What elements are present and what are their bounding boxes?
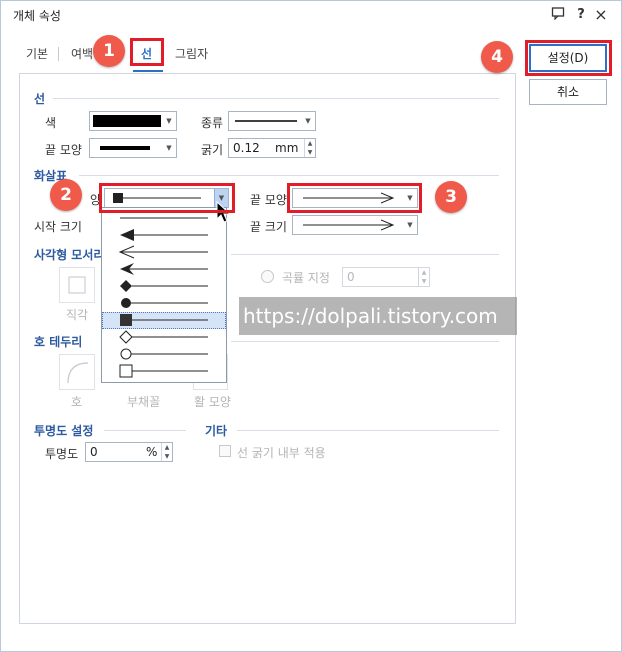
transparency-label: 투명도 — [45, 447, 79, 461]
rect-corner-section-title: 사각형 모서리 — [34, 248, 105, 262]
thickness-spinbox[interactable]: 0.12 mm ▲ ▼ — [228, 138, 316, 158]
dialog-title: 개체 속성 — [13, 9, 61, 23]
etc-section-title: 기타 — [205, 424, 228, 438]
highlight-box-tab-line — [130, 38, 164, 66]
arc-icon — [67, 362, 89, 384]
divider — [231, 341, 499, 342]
spin-buttons[interactable]: ▲ ▼ — [161, 443, 172, 461]
tab-separator — [58, 47, 59, 61]
thickness-label: 굵기 — [201, 143, 224, 157]
title-bar: 개체 속성 ? × — [1, 1, 621, 29]
divider — [53, 98, 499, 99]
tab-shadow[interactable]: 그림자 — [175, 45, 208, 62]
transparency-value: 0 — [90, 445, 98, 459]
close-icon[interactable]: × — [592, 6, 610, 24]
start-size-label: 시작 크기 — [34, 220, 82, 234]
curve-value: 0 — [347, 270, 355, 284]
chevron-down-icon: ▼ — [407, 221, 413, 229]
thickness-value: 0.12 — [233, 141, 260, 155]
inner-thickness-checkbox[interactable] — [219, 445, 231, 457]
color-label: 색 — [45, 116, 57, 130]
curve-label: 곡률 지정 — [282, 271, 330, 285]
chat-icon[interactable] — [549, 6, 567, 24]
help-icon[interactable]: ? — [572, 6, 590, 24]
divider — [104, 430, 186, 431]
end-size-preview — [303, 219, 395, 231]
thickness-unit: mm — [275, 141, 299, 155]
chevron-down-icon: ▼ — [305, 117, 311, 125]
watermark: https://dolpali.tistory.com — [239, 297, 517, 335]
bow-label: 활 모양 — [194, 395, 231, 409]
end-size-label: 끝 크기 — [250, 220, 287, 234]
chevron-down-icon: ▼ — [166, 144, 172, 152]
line-kind-dropdown[interactable]: ▼ — [228, 111, 316, 131]
inner-thickness-label: 선 굵기 내부 적용 — [237, 446, 326, 460]
step-badge-1: 1 — [93, 35, 125, 67]
transparency-section-title: 투명도 설정 — [34, 424, 94, 438]
divider — [231, 254, 499, 255]
arc-border-section-title: 호 테두리 — [34, 335, 83, 349]
highlight-box-end-shape — [287, 183, 422, 213]
right-angle-icon — [68, 276, 86, 294]
spin-buttons[interactable]: ▲ ▼ — [304, 139, 315, 157]
curve-spinbox[interactable]: 0 ▲ ▼ — [342, 267, 430, 287]
transparency-unit: % — [146, 445, 158, 459]
line-end-shape-dropdown[interactable]: ▼ — [89, 138, 177, 158]
tab-margin[interactable]: 여백 — [71, 45, 93, 62]
arrow-options-graphic-lower — [119, 314, 208, 378]
step-badge-4: 4 — [481, 41, 513, 73]
color-swatch — [93, 115, 161, 127]
kind-label: 종류 — [201, 116, 224, 130]
active-tab-indicator — [133, 70, 163, 72]
line-color-dropdown[interactable]: ▼ — [89, 111, 177, 131]
object-properties-dialog: 개체 속성 ? × 기본 여백 선 그림자 설정(D) 취소 선 색 ▼ 종류 … — [0, 0, 622, 652]
end-shape-arrow-label: 끝 모양 — [250, 193, 287, 207]
divider — [237, 430, 499, 431]
chevron-down-icon: ▼ — [166, 117, 172, 125]
right-angle-label: 직각 — [66, 308, 89, 322]
sector-label: 부채꼴 — [127, 395, 161, 409]
step-badge-2: 2 — [50, 179, 82, 211]
highlight-box-ok-button — [525, 40, 612, 76]
end-shape-preview — [100, 146, 150, 150]
spin-buttons[interactable]: ▲ ▼ — [418, 268, 429, 286]
arc-label: 호 — [71, 395, 83, 409]
step-badge-3: 3 — [435, 181, 467, 213]
line-section-title: 선 — [34, 92, 46, 106]
end-size-dropdown[interactable]: ▼ — [292, 215, 418, 235]
highlight-box-start-shape — [99, 183, 235, 213]
arrow-shape-dropdown-list[interactable] — [101, 207, 227, 383]
arc-option[interactable] — [59, 354, 95, 390]
curve-radio[interactable] — [261, 270, 274, 283]
transparency-spinbox[interactable]: 0 % ▲ ▼ — [85, 442, 173, 462]
right-angle-option[interactable] — [59, 267, 95, 303]
line-kind-preview — [235, 120, 297, 122]
end-shape-label: 끝 모양 — [45, 143, 82, 157]
tab-basic[interactable]: 기본 — [26, 45, 48, 62]
divider — [79, 175, 499, 176]
cancel-button[interactable]: 취소 — [529, 79, 607, 105]
